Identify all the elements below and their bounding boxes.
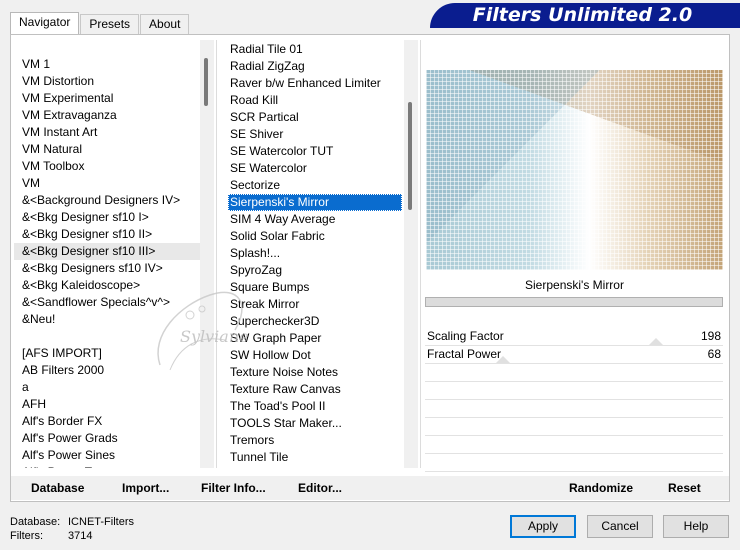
category-item[interactable]: VM Toolbox [14,158,200,175]
category-item[interactable]: AFH [14,396,200,413]
banner-title: Filters Unlimited 2.0 [472,4,693,26]
watermark-signature: Sylviane [140,275,260,385]
database-info: Database: ICNET-Filters [10,516,134,528]
filter-item[interactable]: Sectorize [228,177,402,194]
category-item[interactable]: VM Natural [14,141,200,158]
param-empty [425,400,723,418]
filter-item[interactable]: Splash!... [228,245,402,262]
filter-item[interactable]: SE Watercolor TUT [228,143,402,160]
progress-bar [425,297,723,307]
database-value: ICNET-Filters [68,516,134,528]
filter-scroll-thumb[interactable] [408,102,412,210]
filter-list[interactable]: Radial Tile 01 Radial ZigZag Raver b/w Enh… [228,40,402,468]
category-item[interactable]: &<Bkg Designer sf10 II> [14,226,200,243]
filter-item[interactable]: The Toad's Pool II [228,398,402,415]
param-empty [425,418,723,436]
filter-item[interactable]: SIM 4 Way Average [228,211,402,228]
filter-scrollbar[interactable] [404,40,418,468]
filter-preview [426,70,723,270]
category-scrollbar[interactable] [200,40,214,468]
category-item[interactable]: Alf's Power Sines [14,447,200,464]
editor-button[interactable]: Editor... [298,481,342,495]
import-button[interactable]: Import... [122,481,169,495]
category-list[interactable]: VM 1 VM Distortion VM Experimental VM Extra… [14,40,200,468]
filter-item[interactable]: Radial Tile 01 [228,41,402,58]
category-item[interactable]: &<Background Designers IV> [14,192,200,209]
help-button[interactable]: Help [663,515,729,538]
filter-item[interactable]: Radial ZigZag [228,58,402,75]
tab-navigator[interactable]: Navigator [10,12,80,34]
slider-marker-icon[interactable] [496,356,510,363]
param-empty [425,436,723,454]
category-item[interactable]: Alf's Power Grads [14,430,200,447]
param-label: Scaling Factor [427,329,504,343]
tab-about[interactable]: About [140,14,190,34]
param-label: Fractal Power [427,347,502,361]
filters-label: Filters: [10,530,43,542]
category-item[interactable]: VM Instant Art [14,124,200,141]
list-divider [420,40,421,468]
database-label: Database: [10,516,61,528]
category-item[interactable]: Alf's Border FX [14,413,200,430]
filter-item[interactable]: Tremors [228,432,402,449]
param-empty [425,454,723,472]
reset-button[interactable]: Reset [668,481,701,495]
category-item[interactable]: VM Extravaganza [14,107,200,124]
filters-info: Filters: 3714 [10,530,92,542]
filter-item[interactable]: Solid Solar Fabric [228,228,402,245]
param-scaling-factor[interactable]: Scaling Factor 198 [425,328,723,346]
filters-count: 3714 [68,530,93,542]
apply-button[interactable]: Apply [510,515,576,538]
filter-item[interactable]: Sierpenski's Mirror [228,194,402,211]
filter-item[interactable]: Road Kill [228,92,402,109]
slider-marker-icon[interactable] [649,338,663,345]
category-item[interactable]: &<Bkg Designer sf10 III> [14,243,200,260]
category-scroll-thumb[interactable] [204,58,208,106]
category-item[interactable]: VM [14,175,200,192]
filter-info-button[interactable]: Filter Info... [201,481,266,495]
category-item[interactable]: &<Bkg Designer sf10 I> [14,209,200,226]
randomize-button[interactable]: Randomize [569,481,633,495]
category-item[interactable]: VM Distortion [14,73,200,90]
tab-strip: Navigator Presets About [10,12,190,34]
filter-item[interactable]: Raver b/w Enhanced Limiter [228,75,402,92]
param-empty [425,382,723,400]
param-value: 198 [700,329,721,343]
parameter-list: Scaling Factor 198 Fractal Power 68 [425,328,723,472]
param-value: 68 [707,347,721,361]
filter-item[interactable]: Turbulence [228,466,402,468]
category-item[interactable]: VM 1 [14,56,200,73]
param-empty [425,364,723,382]
category-item[interactable]: VM Experimental [14,90,200,107]
filter-item[interactable]: SE Watercolor [228,160,402,177]
filter-item[interactable]: SE Shiver [228,126,402,143]
list-divider [216,40,217,468]
tab-presets[interactable]: Presets [80,14,140,34]
cancel-button[interactable]: Cancel [587,515,653,538]
title-banner: Filters Unlimited 2.0 [430,3,740,28]
preview-texture [426,70,723,270]
watermark-text: Sylviane [180,327,249,346]
category-item[interactable]: Alf's Power Toys [14,464,200,468]
database-button[interactable]: Database [31,481,84,495]
filter-item[interactable]: Tunnel Tile [228,449,402,466]
param-fractal-power[interactable]: Fractal Power 68 [425,346,723,364]
preview-filter-name: Sierpenski's Mirror [525,278,624,292]
filter-item[interactable]: TOOLS Star Maker... [228,415,402,432]
filter-item[interactable]: SCR Partical [228,109,402,126]
